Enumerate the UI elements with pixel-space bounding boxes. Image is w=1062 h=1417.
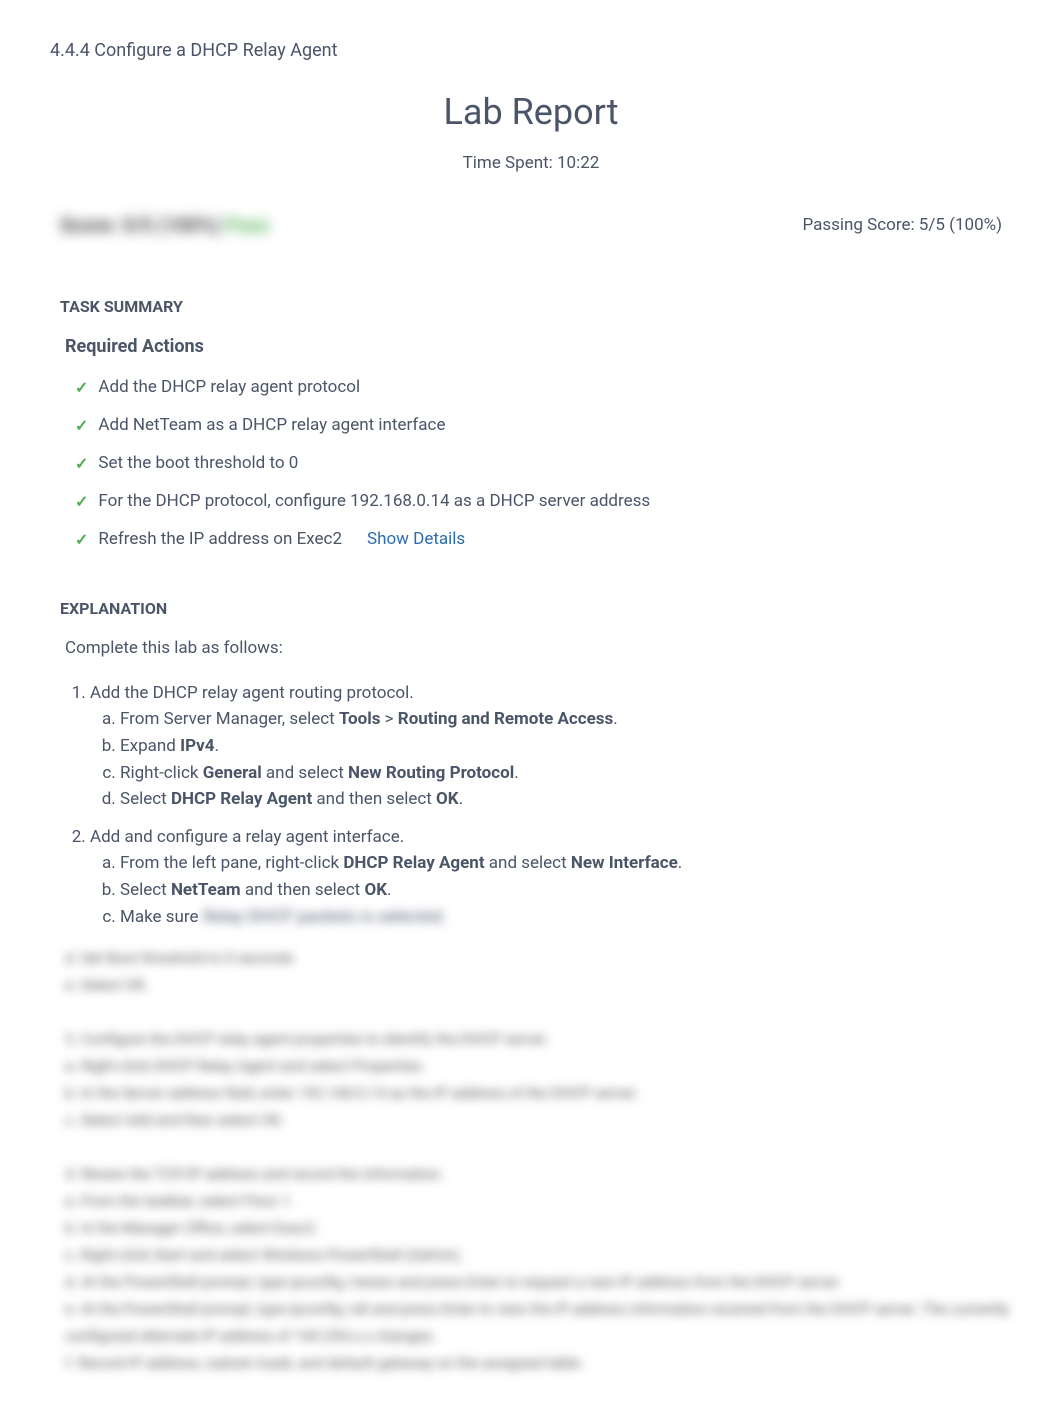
passing-score: Passing Score: 5/5 (100%) [802, 215, 1002, 235]
action-text: Add NetTeam as a DHCP relay agent interf… [98, 415, 445, 435]
action-item: ✓ Add NetTeam as a DHCP relay agent inte… [75, 415, 1012, 435]
step-1a: From Server Manager, select Tools > Rout… [120, 708, 1012, 732]
check-icon: ✓ [75, 416, 88, 435]
action-item: ✓ For the DHCP protocol, configure 192.1… [75, 491, 1012, 511]
score-pass: Pass [226, 213, 270, 237]
action-text: For the DHCP protocol, configure 192.168… [98, 491, 650, 511]
score-row: Score: 5/5 (100%) Pass Passing Score: 5/… [50, 213, 1012, 237]
show-details-link[interactable]: Show Details [367, 529, 465, 549]
step-1d: Select DHCP Relay Agent and then select … [120, 788, 1012, 812]
step-1-title: Add the DHCP relay agent routing protoco… [90, 683, 414, 703]
step-2: Add and configure a relay agent interfac… [90, 827, 1012, 929]
action-text: Refresh the IP address on Exec2 [98, 529, 342, 549]
check-icon: ✓ [75, 530, 88, 549]
step-2-sublist: From the left pane, right-click DHCP Rel… [90, 852, 1012, 929]
check-icon: ✓ [75, 454, 88, 473]
action-item: ✓ Set the boot threshold to 0 [75, 453, 1012, 473]
task-summary-header: TASK SUMMARY [50, 297, 1012, 316]
step-1c: Right-click General and select New Routi… [120, 762, 1012, 786]
step-1-sublist: From Server Manager, select Tools > Rout… [90, 708, 1012, 812]
action-text: Set the boot threshold to 0 [98, 453, 298, 473]
time-spent: Time Spent: 10:22 [50, 153, 1012, 173]
score-blurred: Score: 5/5 (100%) Pass [60, 213, 270, 237]
blurred-text: Relay DHCP packets is selected. [203, 907, 447, 927]
explanation-list: Add the DHCP relay agent routing protoco… [50, 683, 1012, 930]
report-title: Lab Report [50, 91, 1012, 133]
action-item: ✓ Refresh the IP address on Exec2 Show D… [75, 529, 1012, 549]
step-2a: From the left pane, right-click DHCP Rel… [120, 852, 1012, 876]
step-2c: Make sure Relay DHCP packets is selected… [120, 906, 1012, 930]
explanation-header: EXPLANATION [50, 599, 1012, 618]
check-icon: ✓ [75, 492, 88, 511]
action-item: ✓ Add the DHCP relay agent protocol [75, 377, 1012, 397]
explanation-intro: Complete this lab as follows: [50, 638, 1012, 658]
blurred-block: d. Set Boot threshold to 0 seconds e. Se… [50, 945, 1012, 1377]
check-icon: ✓ [75, 378, 88, 397]
score-text: Score: 5/5 (100%) [60, 213, 226, 237]
step-2b: Select NetTeam and then select OK. [120, 879, 1012, 903]
action-list: ✓ Add the DHCP relay agent protocol ✓ Ad… [50, 377, 1012, 549]
page-title: 4.4.4 Configure a DHCP Relay Agent [50, 40, 1012, 61]
action-text: Add the DHCP relay agent protocol [98, 377, 360, 397]
step-1: Add the DHCP relay agent routing protoco… [90, 683, 1012, 812]
required-actions-header: Required Actions [50, 336, 1012, 357]
step-2-title: Add and configure a relay agent interfac… [90, 827, 404, 847]
step-1b: Expand IPv4. [120, 735, 1012, 759]
